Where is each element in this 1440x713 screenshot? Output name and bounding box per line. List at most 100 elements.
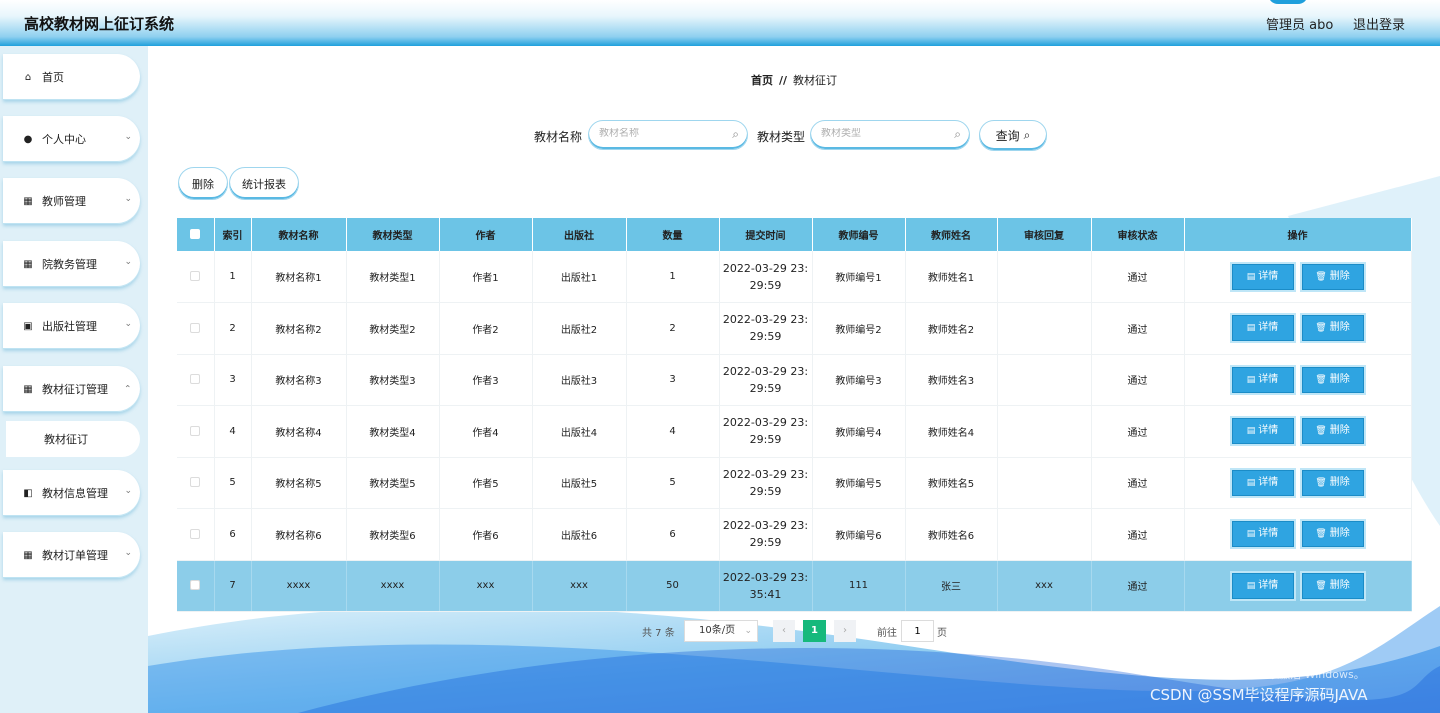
detail-button[interactable]: ▤ 详情 — [1231, 315, 1294, 342]
prev-page-button[interactable]: ‹ — [773, 620, 795, 642]
row-checkbox[interactable] — [190, 322, 201, 333]
cell-publisher: 出版社6 — [532, 508, 627, 561]
page-size-value: 10条/页 — [699, 625, 736, 636]
cell-actions: ▤ 详情 🗑 删除 — [1184, 354, 1412, 406]
search-name-input[interactable] — [599, 128, 719, 139]
row-checkbox[interactable] — [190, 477, 201, 488]
batch-delete-button[interactable]: 删除 — [178, 167, 228, 200]
row-select-cell[interactable] — [177, 457, 215, 509]
table-row[interactable]: 3 教材名称3 教材类型3 作者3 出版社3 3 2022-03-29 23: 29:59 教师… — [177, 354, 1412, 406]
row-checkbox[interactable] — [190, 580, 201, 591]
cell-actions: ▤ 详情 🗑 删除 — [1184, 560, 1412, 612]
select-all-checkbox[interactable] — [190, 229, 201, 239]
cell-index: 5 — [214, 457, 252, 509]
sidebar-item-publisher-management[interactable]: ▣ 出版社管理 ⌄ — [3, 303, 140, 349]
delete-button[interactable]: 🗑 删除 — [1301, 366, 1364, 393]
column-header: 审核状态 — [1091, 218, 1185, 251]
table-row[interactable]: 7 xxxx xxxx xxx xxx 50 2022-03-29 23: 35:41 111 张… — [177, 560, 1412, 612]
search-icon: ⌕ — [732, 127, 739, 141]
trash-icon: 🗑 — [1315, 529, 1327, 540]
row-select-cell[interactable] — [177, 560, 215, 612]
chevron-down-icon: ⌄ — [124, 132, 132, 142]
delete-button[interactable]: 🗑 删除 — [1301, 315, 1364, 342]
row-select-cell[interactable] — [177, 251, 215, 303]
detail-label: 详情 — [1258, 373, 1279, 385]
cell-teacher_no: 教师编号3 — [812, 354, 906, 406]
chevron-down-icon: ⌄ — [124, 548, 132, 558]
detail-button[interactable]: ▤ 详情 — [1231, 469, 1294, 496]
row-select-cell[interactable] — [177, 354, 215, 406]
cell-teacher_name: 教师姓名4 — [905, 405, 998, 458]
table-row[interactable]: 6 教材名称6 教材类型6 作者6 出版社6 6 2022-03-29 23: 29:59 教师… — [177, 508, 1412, 561]
goto-page-input[interactable] — [901, 620, 934, 642]
cell-status: 通过 — [1091, 405, 1185, 458]
page-number-1[interactable]: 1 — [803, 620, 826, 642]
cell-teacher_name: 教师姓名2 — [905, 302, 998, 355]
table-row[interactable]: 2 教材名称2 教材类型2 作者2 出版社2 2 2022-03-29 23: 29:59 教师… — [177, 302, 1412, 355]
detail-label: 详情 — [1258, 322, 1279, 334]
row-checkbox[interactable] — [190, 528, 201, 539]
table-row[interactable]: 1 教材名称1 教材类型1 作者1 出版社1 1 2022-03-29 23: 29:59 教师… — [177, 251, 1412, 303]
next-page-button[interactable]: › — [834, 620, 856, 642]
breadcrumb-home[interactable]: 首页 — [751, 74, 773, 87]
table-row[interactable]: 5 教材名称5 教材类型5 作者5 出版社5 5 2022-03-29 23: 29:59 教师… — [177, 457, 1412, 509]
chevron-down-icon: ⌄ — [124, 257, 132, 267]
delete-button[interactable]: 🗑 删除 — [1301, 418, 1364, 445]
search-type-input[interactable] — [821, 128, 941, 139]
row-checkbox[interactable] — [190, 425, 201, 436]
search-icon: ⌕ — [954, 127, 961, 141]
detail-button[interactable]: ▤ 详情 — [1231, 572, 1294, 599]
trash-icon: 🗑 — [1315, 580, 1327, 591]
textbook-order-table: 索引 教材名称 教材类型 作者 出版社 数量 提交时间 教师编号 教师姓名 审核… — [177, 218, 1412, 612]
column-header: 审核回复 — [997, 218, 1092, 251]
select-all-cell[interactable] — [177, 218, 215, 251]
sidebar-item-academic-affairs[interactable]: ▦ 院教务管理 ⌄ — [3, 241, 140, 287]
cell-status: 通过 — [1091, 302, 1185, 355]
breadcrumb: 首页 // 教材征订 — [751, 72, 837, 88]
time-line: 2022-03-29 23: — [722, 570, 809, 584]
avatar[interactable] — [1268, 0, 1308, 4]
sidebar-item-textbook-info-management[interactable]: ◧ 教材信息管理 ⌄ — [3, 470, 140, 516]
cell-actions: ▤ 详情 🗑 删除 — [1184, 457, 1412, 509]
cell-teacher_name: 教师姓名3 — [905, 354, 998, 406]
table-row[interactable]: 4 教材名称4 教材类型4 作者4 出版社4 4 2022-03-29 23: 29:59 教师… — [177, 405, 1412, 458]
column-header: 提交时间 — [719, 218, 813, 251]
delete-button[interactable]: 🗑 删除 — [1301, 263, 1364, 290]
delete-button[interactable]: 🗑 删除 — [1301, 521, 1364, 548]
sidebar-item-teacher-management[interactable]: ▦ 教师管理 ⌄ — [3, 178, 140, 224]
detail-button[interactable]: ▤ 详情 — [1231, 366, 1294, 393]
sidebar-item-home[interactable]: ⌂ 首页 — [3, 54, 140, 100]
page-size-select[interactable]: 10条/页 ⌄ — [684, 620, 758, 642]
query-button[interactable]: 查询 ⌕ — [979, 120, 1047, 151]
column-header: 教材名称 — [251, 218, 347, 251]
cell-teacher_no: 教师编号5 — [812, 457, 906, 509]
sidebar-item-textbook-order-management[interactable]: ▦ 教材征订管理 ⌄ — [3, 366, 140, 412]
sidebar-item-label: 院教务管理 — [42, 258, 97, 271]
row-select-cell[interactable] — [177, 508, 215, 561]
cell-teacher_name: 教师姓名5 — [905, 457, 998, 509]
detail-button[interactable]: ▤ 详情 — [1231, 263, 1294, 290]
detail-button[interactable]: ▤ 详情 — [1231, 418, 1294, 445]
column-header: 出版社 — [532, 218, 627, 251]
row-checkbox[interactable] — [190, 374, 201, 385]
document-icon: ▤ — [1246, 426, 1256, 437]
column-header: 教师姓名 — [905, 218, 998, 251]
cell-status: 通过 — [1091, 560, 1185, 612]
cell-submit-time: 2022-03-29 23: 29:59 — [719, 354, 813, 406]
row-select-cell[interactable] — [177, 405, 215, 458]
sidebar-item-personal-center[interactable]: ● 个人中心 ⌄ — [3, 116, 140, 162]
grid-icon: ▦ — [23, 258, 33, 270]
cell-index: 1 — [214, 251, 252, 303]
sidebar-subitem-textbook-order[interactable]: 教材征订 — [6, 421, 140, 457]
row-select-cell[interactable] — [177, 302, 215, 355]
grid-icon: ▦ — [23, 383, 33, 395]
row-checkbox[interactable] — [190, 271, 201, 281]
detail-button[interactable]: ▤ 详情 — [1231, 521, 1294, 548]
logout-link[interactable]: 退出登录 — [1353, 14, 1405, 33]
delete-button[interactable]: 🗑 删除 — [1301, 572, 1364, 599]
delete-button[interactable]: 🗑 删除 — [1301, 469, 1364, 496]
sidebar-item-textbook-orders[interactable]: ▦ 教材订单管理 ⌄ — [3, 532, 140, 578]
cell-author: 作者1 — [439, 251, 533, 303]
statistics-report-button[interactable]: 统计报表 — [229, 167, 299, 200]
time-line: 2022-03-29 23: — [722, 467, 809, 481]
